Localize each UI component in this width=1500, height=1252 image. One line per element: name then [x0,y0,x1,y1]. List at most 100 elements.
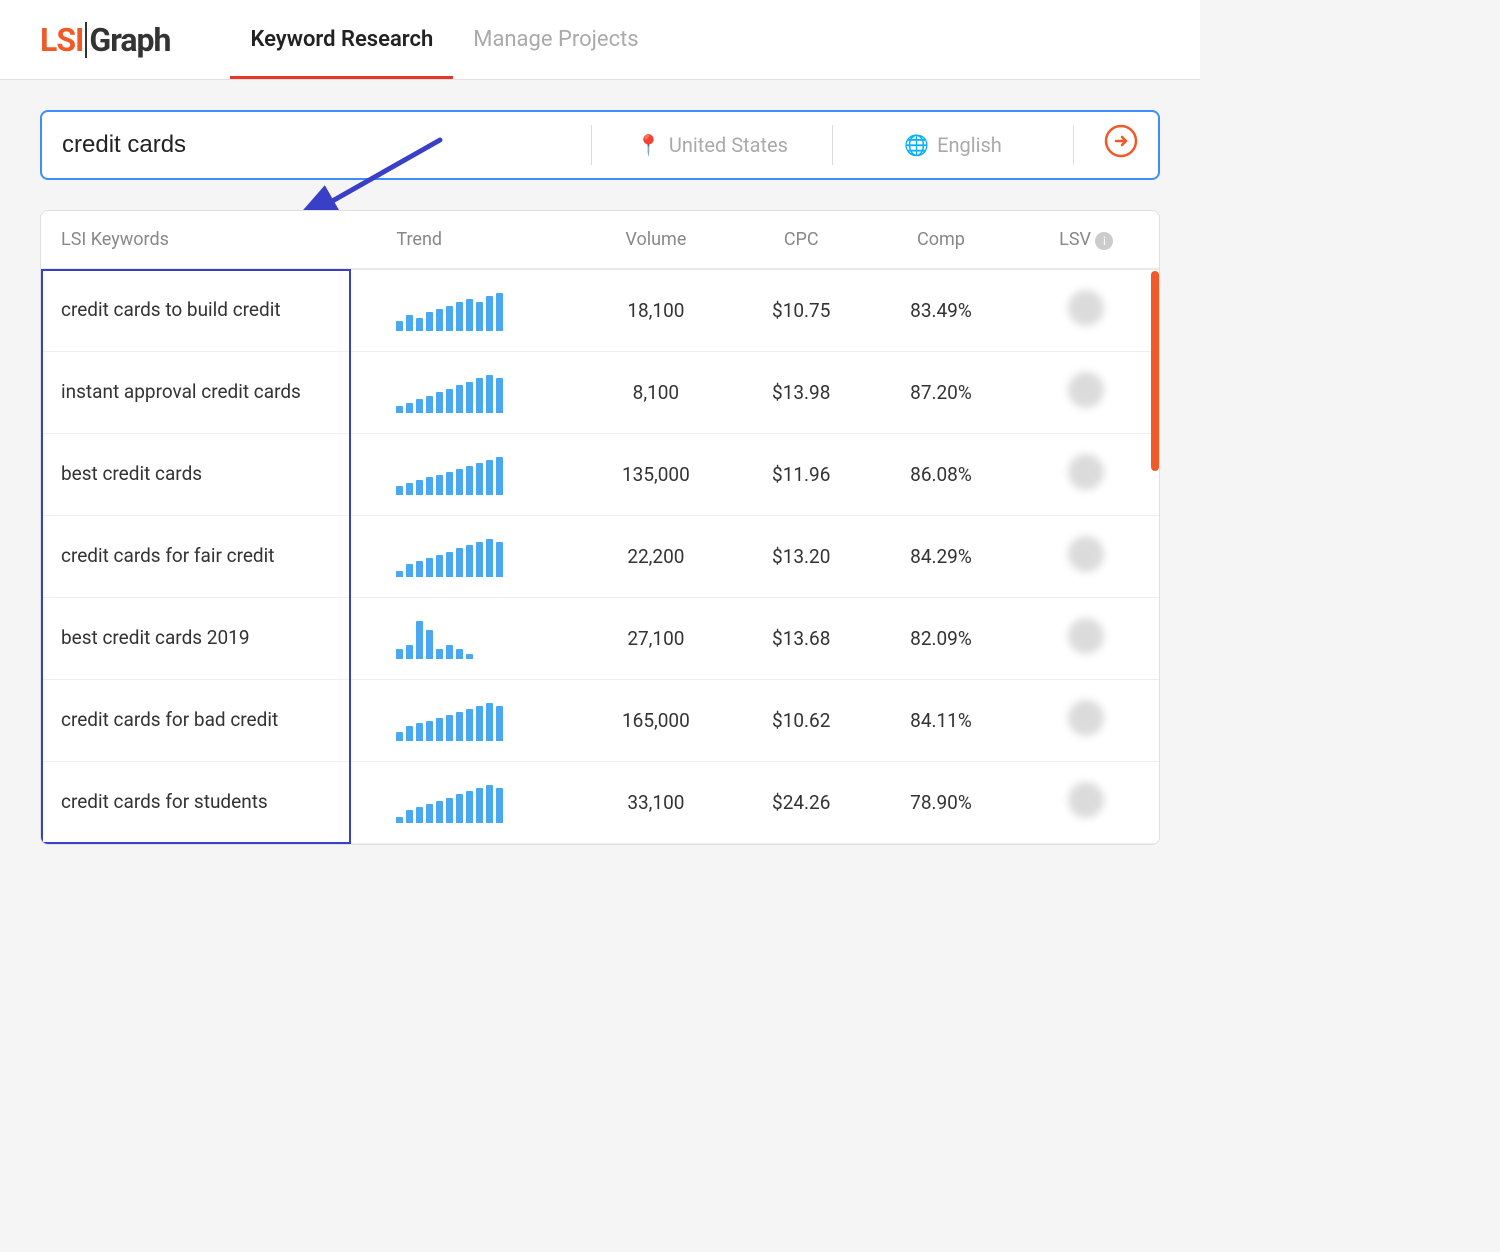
bar [466,299,473,331]
bar [456,385,463,413]
bar [466,382,473,413]
table-row[interactable]: credit cards to build credit18,100$10.75… [41,269,1159,352]
table-row[interactable]: credit cards for bad credit165,000$10.62… [41,680,1159,762]
header: LSIGraph Keyword Research Manage Project… [0,0,1200,80]
trend-cell [376,516,577,598]
bar-chart [396,783,557,823]
bar [396,486,403,495]
bar [436,475,443,495]
bar [496,378,503,413]
bar [486,296,493,331]
logo: LSIGraph [40,21,170,59]
tab-manage-projects[interactable]: Manage Projects [453,0,658,79]
bar [406,564,413,577]
bar [406,403,413,413]
lsv-blur-indicator [1068,290,1104,326]
trend-cell [376,762,577,844]
comp-cell: 78.90% [868,762,1013,844]
search-divider-3 [1073,125,1074,165]
cpc-cell: $10.62 [734,680,868,762]
bar [456,548,463,577]
bar-chart [396,701,557,741]
bar [426,558,433,577]
table-row[interactable]: credit cards for fair credit22,200$13.20… [41,516,1159,598]
bar [476,542,483,577]
bar [496,457,503,495]
table-row[interactable]: best credit cards135,000$11.9686.08% [41,434,1159,516]
lsv-info-icon[interactable]: i [1095,232,1113,250]
scroll-indicator[interactable] [1151,271,1159,471]
search-location[interactable]: 📍 United States [612,133,812,157]
bar [436,718,443,741]
table-section: LSI Keywords Trend Volume CPC Comp [40,210,1160,845]
col-header-volume: Volume [578,211,735,269]
search-language[interactable]: 🌐 English [853,133,1053,157]
bar [456,712,463,741]
lsv-blur-indicator [1068,782,1104,818]
lsv-blur-indicator [1068,536,1104,572]
lsv-blur-indicator [1068,700,1104,736]
col-header-comp: Comp [868,211,1013,269]
bar [436,392,443,413]
cpc-cell: $13.98 [734,352,868,434]
bar [416,723,423,741]
lsv-cell [1014,269,1159,352]
comp-cell: 83.49% [868,269,1013,352]
bar [426,804,433,823]
trend-cell [376,352,577,434]
bar [436,801,443,823]
volume-cell: 22,200 [578,516,735,598]
bar [406,810,413,823]
search-input[interactable] [62,131,571,159]
bar [416,561,423,577]
volume-cell: 18,100 [578,269,735,352]
trend-cell [376,269,577,352]
table-header-row: LSI Keywords Trend Volume CPC Comp [41,211,1159,269]
bar [486,460,493,495]
bar [456,649,463,659]
bar [396,571,403,577]
bar [396,406,403,413]
cpc-cell: $11.96 [734,434,868,516]
tab-keyword-research[interactable]: Keyword Research [230,0,453,79]
col-header-trend: Trend [376,211,577,269]
table-row[interactable]: credit cards for students33,100$24.2678.… [41,762,1159,844]
bar [436,555,443,577]
keyword-cell: credit cards for students [41,762,376,844]
col-header-cpc: CPC [734,211,868,269]
bar [476,302,483,331]
bar [496,293,503,331]
bar [436,309,443,331]
bar [406,726,413,741]
comp-cell: 84.11% [868,680,1013,762]
bar-chart [396,373,557,413]
search-bar: 📍 United States 🌐 English [40,110,1160,180]
bar [476,378,483,413]
results-table: LSI Keywords Trend Volume CPC Comp [41,211,1159,844]
bar [406,315,413,331]
lsv-cell [1014,680,1159,762]
nav-tabs: Keyword Research Manage Projects [230,0,658,79]
table-row[interactable]: instant approval credit cards8,100$13.98… [41,352,1159,434]
bar [456,302,463,331]
bar [486,785,493,823]
search-divider-2 [832,125,833,165]
bar [426,312,433,331]
search-submit-button[interactable] [1104,124,1138,166]
bar [446,306,453,331]
language-label: English [937,133,1002,157]
bar [476,706,483,741]
bar [426,630,433,659]
table-row[interactable]: best credit cards 201927,100$13.6882.09% [41,598,1159,680]
keyword-cell: credit cards for bad credit [41,680,376,762]
bar-chart [396,619,557,659]
keyword-cell: best credit cards 2019 [41,598,376,680]
lsv-blur-indicator [1068,618,1104,654]
bar [396,817,403,823]
cpc-cell: $13.20 [734,516,868,598]
cpc-cell: $13.68 [734,598,868,680]
bar [406,483,413,495]
keyword-cell: best credit cards [41,434,376,516]
bar [416,399,423,413]
search-section: 📍 United States 🌐 English [0,80,1200,200]
